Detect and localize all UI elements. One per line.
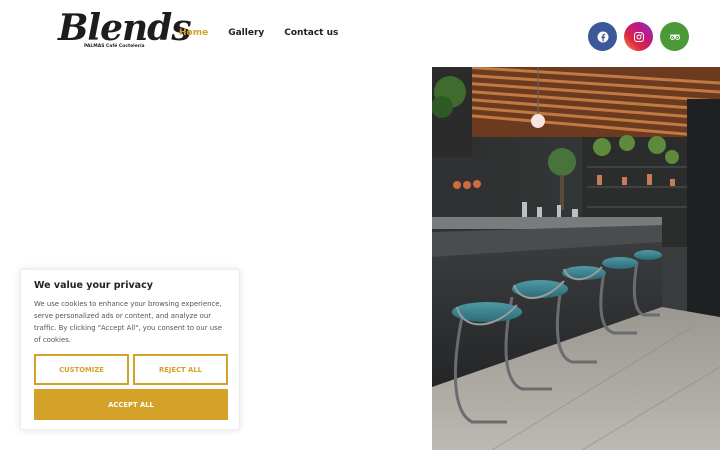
nav-gallery[interactable]: Gallery: [228, 27, 264, 39]
reject-all-button[interactable]: REJECT ALL: [133, 354, 228, 385]
cafe-bar-photo: [432, 67, 720, 450]
logo-tagline: PALMAS Café Coctelería: [84, 44, 145, 49]
facebook-button[interactable]: [588, 22, 617, 51]
site-header: Blends PALMAS Café Coctelería Home Galle…: [0, 0, 720, 66]
facebook-icon: [597, 31, 608, 42]
accept-all-button[interactable]: ACCEPT ALL: [34, 389, 228, 420]
site-logo[interactable]: Blends PALMAS Café Coctelería: [58, 6, 192, 56]
hero-image: [432, 67, 720, 450]
cookie-consent-banner: We value your privacy We use cookies to …: [20, 269, 240, 430]
cookie-description: We use cookies to enhance your browsing …: [34, 300, 222, 344]
instagram-button[interactable]: [624, 22, 653, 51]
instagram-icon: [633, 31, 644, 42]
tripadvisor-icon: [669, 33, 680, 40]
cookie-title: We value your privacy: [34, 280, 153, 291]
customize-button[interactable]: CUSTOMIZE: [34, 354, 129, 385]
main-nav: Home Gallery Contact us: [179, 27, 338, 39]
nav-home[interactable]: Home: [179, 27, 208, 39]
tripadvisor-button[interactable]: [660, 22, 689, 51]
nav-contact-us[interactable]: Contact us: [284, 27, 338, 39]
